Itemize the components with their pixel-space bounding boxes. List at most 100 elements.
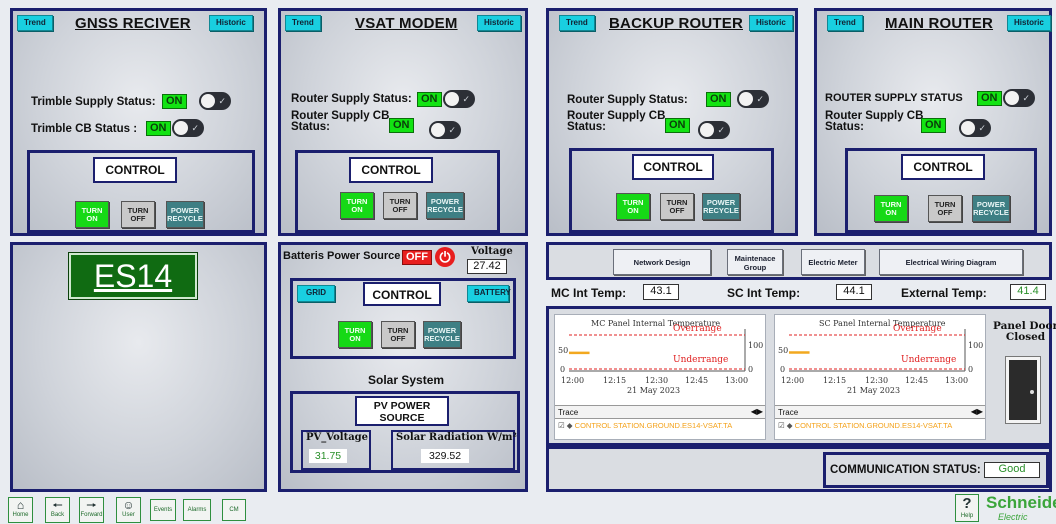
router-cb-label: Router Supply CB Status: (825, 110, 924, 133)
y-left-tick: 50 (558, 346, 569, 355)
router-supply-indicator: ON (977, 91, 1002, 106)
vsat-historic-button[interactable]: Historic (477, 15, 521, 31)
gnss-title: GNSS RECIVER (75, 15, 191, 32)
control-title: CONTROL (632, 154, 714, 180)
station-name-banner: ES14 (69, 253, 197, 299)
vsat-trend-button[interactable]: Trend (285, 15, 321, 31)
backup-trend-button[interactable]: Trend (559, 15, 595, 31)
power-recycle-button[interactable]: POWER RECYCLE (423, 321, 461, 348)
comm-status-box: COMMUNICATION STATUS: Good (823, 452, 1049, 488)
home-button[interactable]: ⌂ Home (8, 497, 33, 523)
trimble-supply-toggle[interactable]: ✓ (199, 92, 231, 110)
sc-temp-label: SC Int Temp: (727, 286, 801, 300)
trace-row[interactable]: ☑ ◆ CONTROL STATION.GROUND.ES14-VSAT.TA (775, 420, 985, 432)
scroll-arrows-icon[interactable]: ◀▶ (971, 406, 983, 418)
turn-on-button[interactable]: TURN ON (338, 321, 372, 348)
x-tick: 12:00 (781, 376, 805, 385)
y-right-tick: 100 (748, 341, 764, 350)
y-right-tick: 0 (968, 365, 974, 374)
backup-historic-button[interactable]: Historic (749, 15, 793, 31)
y-right-tick: 0 (748, 365, 754, 374)
cm-button[interactable]: CM (222, 499, 246, 521)
voltage-value: 27.42 (467, 259, 507, 274)
vsat-panel: Trend VSAT MODEM Historic Router Supply … (278, 8, 528, 236)
alarms-button[interactable]: Alarms (183, 499, 211, 521)
pv-voltage-label: PV_Voltage (306, 432, 369, 443)
main-trend-button[interactable]: Trend (827, 15, 863, 31)
backup-router-panel: Trend BACKUP ROUTER Historic Router Supp… (546, 8, 798, 236)
sc-trend-chart[interactable]: SC Panel Internal Temperature Overrange … (774, 314, 986, 440)
back-button[interactable]: 🠔 Back (45, 497, 70, 523)
electrical-wiring-button[interactable]: Electrical Wiring Diagram (879, 249, 1023, 275)
router-supply-toggle[interactable]: ✓ (443, 90, 475, 108)
external-temp-label: External Temp: (901, 286, 987, 300)
y-left-tick: 0 (560, 365, 566, 374)
trace-header: Trace (555, 405, 765, 419)
power-recycle-button[interactable]: POWER RECYCLE (166, 201, 204, 228)
trimble-cb-label: Trimble CB Status : (31, 123, 138, 135)
y-right-tick: 100 (968, 341, 984, 350)
trimble-cb-toggle[interactable]: ✓ (172, 119, 204, 137)
mc-trend-chart[interactable]: MC Panel Internal Temperature Overrange … (554, 314, 766, 440)
maintenance-group-button[interactable]: Maintenace Group (727, 249, 783, 275)
gnss-historic-button[interactable]: Historic (209, 15, 253, 31)
station-panel: ES14 (10, 242, 267, 492)
y-left-tick: 0 (780, 365, 786, 374)
x-tick: 12:30 (645, 376, 669, 385)
router-cb-indicator: ON (389, 118, 414, 133)
trace-row[interactable]: ☑ ◆ CONTROL STATION.GROUND.ES14-VSAT.TA (555, 420, 765, 432)
control-title: CONTROL (349, 157, 433, 183)
router-supply-toggle[interactable]: ✓ (1003, 89, 1035, 107)
main-control-box: CONTROL TURN ON TURN OFF POWER RECYCLE (845, 148, 1037, 233)
power-recycle-button[interactable]: POWER RECYCLE (972, 195, 1010, 222)
network-design-button[interactable]: Network Design (613, 249, 711, 275)
turn-off-button[interactable]: TURN OFF (381, 321, 415, 348)
x-tick: 12:15 (823, 376, 847, 385)
turn-on-button[interactable]: TURN ON (874, 195, 908, 222)
router-cb-toggle[interactable]: ✓ (698, 121, 730, 139)
help-button[interactable]: ? Help (955, 494, 979, 522)
main-router-panel: Trend MAIN ROUTER Historic ROUTER SUPPLY… (814, 8, 1052, 236)
comm-status-value: Good (984, 462, 1040, 478)
x-tick: 12:45 (685, 376, 709, 385)
x-tick: 13:00 (945, 376, 969, 385)
main-historic-button[interactable]: Historic (1007, 15, 1051, 31)
check-icon: ✓ (218, 96, 226, 106)
voltage-label: Voltage (471, 246, 513, 257)
router-supply-indicator: ON (706, 92, 731, 107)
pv-voltage-value: 31.75 (309, 449, 347, 463)
turn-on-button[interactable]: TURN ON (616, 193, 650, 220)
battery-button[interactable]: BATTERY (467, 285, 511, 302)
turn-off-button[interactable]: TURN OFF (928, 195, 962, 222)
schneider-logo: Schneider Electric (986, 494, 1056, 524)
power-recycle-button[interactable]: POWER RECYCLE (702, 193, 740, 220)
turn-off-button[interactable]: TURN OFF (660, 193, 694, 220)
vsat-title: VSAT MODEM (355, 15, 458, 32)
power-icon[interactable]: ⏻ (435, 247, 455, 267)
pv-source-title: PV POWER SOURCE (355, 396, 449, 426)
gnss-trend-button[interactable]: Trend (17, 15, 53, 31)
turn-on-button[interactable]: TURN ON (75, 201, 109, 228)
electric-meter-button[interactable]: Electric Meter (801, 249, 865, 275)
brand-name: Schneider (986, 494, 1056, 512)
router-cb-indicator: ON (921, 118, 946, 133)
router-cb-toggle[interactable]: ✓ (959, 119, 991, 137)
router-cb-toggle[interactable]: ✓ (429, 121, 461, 139)
scroll-arrows-icon[interactable]: ◀▶ (751, 406, 763, 418)
turn-off-button[interactable]: TURN OFF (383, 192, 417, 219)
events-button[interactable]: Events (150, 499, 176, 521)
grid-button[interactable]: GRID (297, 285, 335, 302)
forward-button[interactable]: 🠖 Forward (79, 497, 104, 523)
router-supply-toggle[interactable]: ✓ (737, 90, 769, 108)
turn-off-button[interactable]: TURN OFF (121, 201, 155, 228)
solar-system-title: Solar System (368, 373, 445, 387)
trimble-supply-indicator: ON (162, 94, 187, 109)
power-recycle-button[interactable]: POWER RECYCLE (426, 192, 464, 219)
user-button[interactable]: ☺ User (116, 497, 141, 523)
check-icon: ✓ (756, 94, 764, 104)
solar-radiation-label: Solar Radiation W/m² (396, 432, 517, 443)
underrange-label: Underrange (901, 355, 957, 365)
trends-panel: MC Panel Internal Temperature Overrange … (546, 306, 1056, 446)
mc-temp-label: MC Int Temp: (551, 286, 627, 300)
turn-on-button[interactable]: TURN ON (340, 192, 374, 219)
